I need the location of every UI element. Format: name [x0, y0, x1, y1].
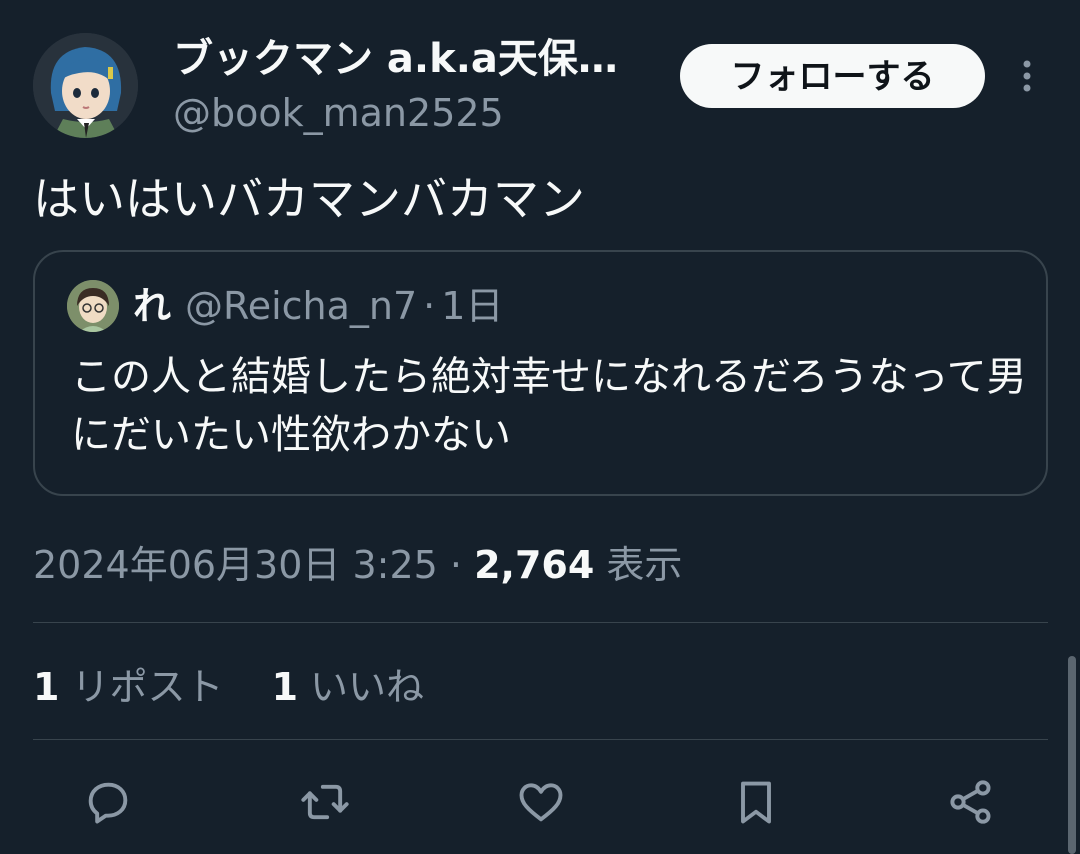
more-options-icon[interactable]: [1012, 56, 1042, 96]
reposts-count: 1: [33, 665, 60, 709]
likes-label: いいね: [310, 665, 425, 709]
likes-stat[interactable]: 1 いいね: [272, 665, 424, 709]
bookmark-icon[interactable]: [730, 776, 782, 828]
follow-button[interactable]: フォローする: [680, 44, 985, 108]
views-label: 表示: [606, 543, 683, 587]
quoted-avatar-image: [67, 280, 119, 332]
quoted-separator: ·: [423, 284, 436, 328]
reposts-label: リポスト: [71, 665, 224, 709]
likes-count: 1: [271, 665, 299, 709]
divider: [33, 739, 1048, 740]
author-handle[interactable]: @book_man2525: [173, 88, 504, 138]
repost-icon[interactable]: [299, 776, 351, 828]
author-display-name[interactable]: ブックマン a.k.a天保…: [173, 33, 618, 85]
quoted-author-avatar[interactable]: [67, 280, 119, 332]
quoted-tweet-text: この人と結婚したら絶対幸せになれるだろうなって男にだいたい性欲わかない: [71, 354, 1027, 458]
quoted-header: れ @Reicha_n7 · 1日: [133, 280, 503, 332]
quoted-tweet[interactable]: れ @Reicha_n7 · 1日 この人と結婚したら絶対幸せになれるだろうなって男に…: [33, 250, 1048, 496]
quoted-timestamp[interactable]: 1日: [441, 284, 503, 328]
reposts-stat[interactable]: 1 リポスト: [33, 665, 223, 709]
quoted-author-name[interactable]: れ: [133, 284, 171, 328]
engagement-stats: 1 リポスト 1 いいね: [33, 660, 460, 714]
scrollbar[interactable]: [1068, 656, 1076, 854]
meta-separator: ·: [449, 543, 463, 587]
tweet-meta: 2024年06月30日 3:25 · 2,764 表示: [33, 538, 682, 592]
author-avatar-image: [33, 33, 138, 138]
author-avatar[interactable]: [33, 33, 138, 138]
tweet-text: はいはいバカマンバカマン: [33, 172, 585, 226]
quoted-author-handle[interactable]: @Reicha_n7: [185, 284, 417, 328]
share-icon[interactable]: [945, 776, 997, 828]
like-icon[interactable]: [515, 776, 567, 828]
tweet-timestamp[interactable]: 2024年06月30日 3:25: [33, 543, 438, 587]
tweet-detail-page: ブックマン a.k.a天保… @book_man2525 フォローする はいはい…: [0, 0, 1080, 854]
views-count: 2,764: [474, 543, 595, 587]
reply-icon[interactable]: [82, 776, 134, 828]
divider: [33, 622, 1048, 623]
